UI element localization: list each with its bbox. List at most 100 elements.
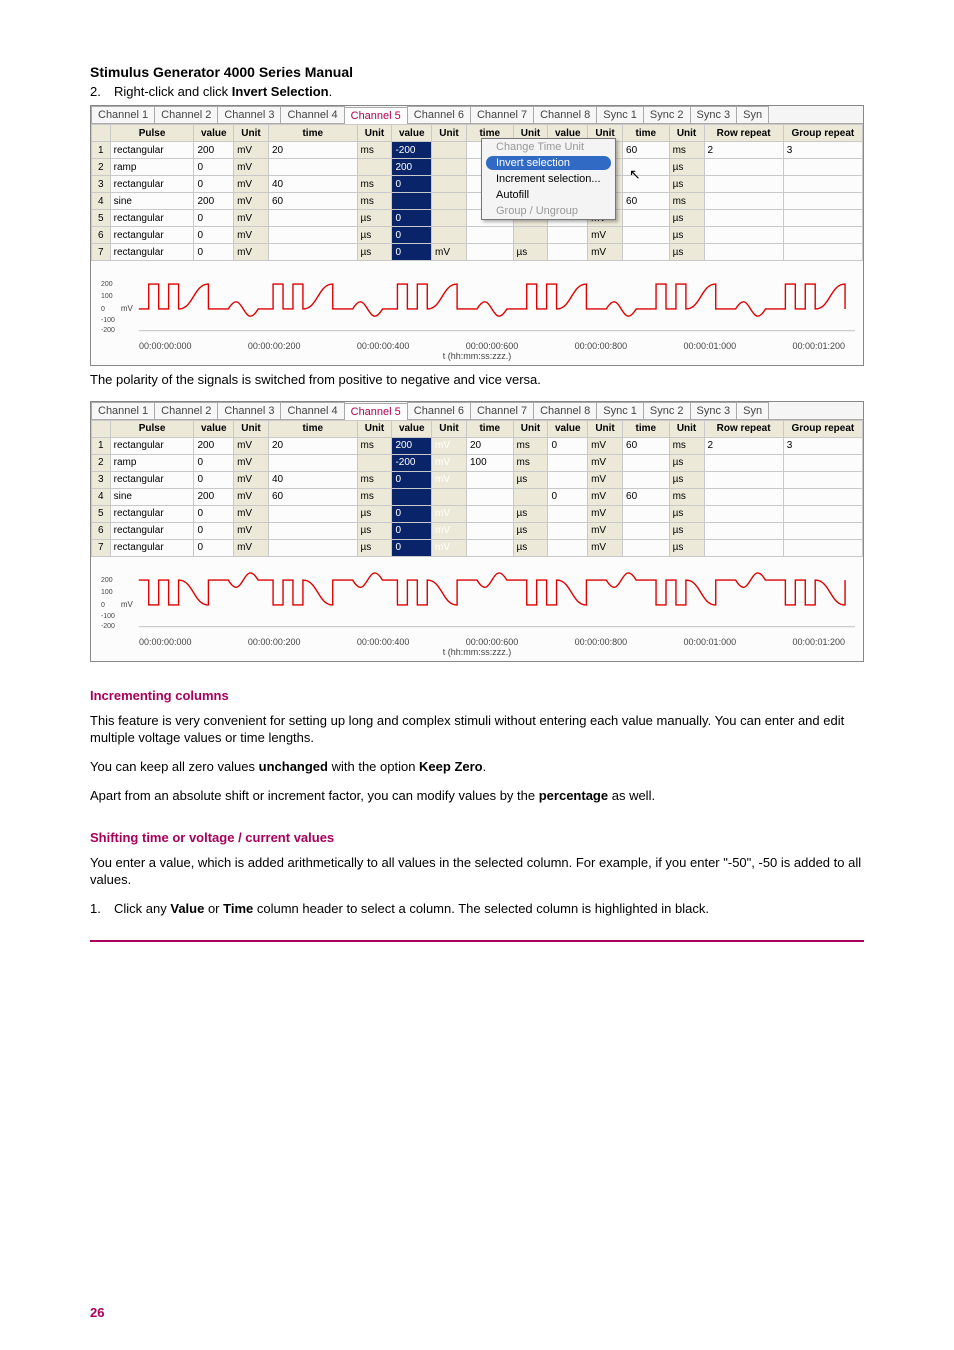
grid-cell[interactable]: 0 (194, 471, 234, 488)
grid-cell[interactable]: µs (669, 454, 704, 471)
grid-cell[interactable]: 200 (392, 159, 432, 176)
grid-cell[interactable] (783, 244, 862, 261)
grid-cell[interactable]: -200 (392, 454, 432, 471)
grid-cell[interactable]: rectangular (110, 176, 194, 193)
grid-cell[interactable] (623, 522, 670, 539)
grid-cell[interactable]: sine (110, 488, 194, 505)
grid-cell[interactable]: 0 (392, 227, 432, 244)
grid-cell[interactable]: mV (588, 505, 623, 522)
grid-cell[interactable]: ms (357, 193, 392, 210)
context-menu[interactable]: Change Time UnitInvert selectionIncremen… (481, 138, 616, 220)
grid-cell[interactable]: ramp (110, 159, 194, 176)
grid-cell[interactable]: µs (669, 505, 704, 522)
grid-cell[interactable] (432, 142, 467, 159)
column-header[interactable]: time (269, 125, 358, 142)
grid-cell[interactable]: 0 (392, 176, 432, 193)
tab-channel-7[interactable]: Channel 7 (470, 106, 534, 123)
grid-cell[interactable] (269, 227, 358, 244)
tab-channel-8[interactable]: Channel 8 (533, 402, 597, 419)
column-header[interactable]: time (466, 420, 513, 437)
grid-cell[interactable] (704, 193, 783, 210)
column-header[interactable]: Unit (234, 125, 269, 142)
row-number[interactable]: 3 (92, 471, 111, 488)
grid-cell[interactable]: 3 (783, 437, 862, 454)
grid-cell[interactable]: mV (234, 159, 269, 176)
grid-cell[interactable]: mV (234, 522, 269, 539)
grid-cell[interactable]: mV (432, 437, 467, 454)
grid-cell[interactable] (269, 159, 358, 176)
grid-cell[interactable]: mV (234, 193, 269, 210)
stimulus-grid-2[interactable]: PulsevalueUnittimeUnitvalueUnittimeUnitv… (91, 420, 863, 557)
grid-cell[interactable]: 0 (392, 244, 432, 261)
grid-cell[interactable]: µs (513, 539, 548, 556)
column-header[interactable]: Unit (513, 420, 548, 437)
grid-cell[interactable]: µs (669, 159, 704, 176)
grid-cell[interactable]: 60 (269, 193, 358, 210)
grid-cell[interactable]: 200 (194, 437, 234, 454)
grid-cell[interactable] (783, 488, 862, 505)
grid-cell[interactable]: mV (432, 244, 467, 261)
tab-sync-3[interactable]: Sync 3 (690, 402, 738, 419)
grid-cell[interactable]: µs (357, 522, 392, 539)
grid-cell[interactable]: 20 (269, 437, 358, 454)
grid-cell[interactable]: 0 (392, 522, 432, 539)
grid-cell[interactable] (466, 244, 513, 261)
row-number[interactable]: 3 (92, 176, 111, 193)
grid-cell[interactable]: 60 (623, 193, 670, 210)
grid-cell[interactable]: mV (234, 437, 269, 454)
grid-cell[interactable]: rectangular (110, 539, 194, 556)
grid-cell[interactable] (623, 176, 670, 193)
tab-channel-4[interactable]: Channel 4 (280, 106, 344, 123)
grid-cell[interactable] (704, 539, 783, 556)
column-header[interactable]: Unit (234, 420, 269, 437)
tab-channel-2[interactable]: Channel 2 (154, 106, 218, 123)
grid-cell[interactable] (432, 488, 467, 505)
grid-cell[interactable] (704, 176, 783, 193)
grid-cell[interactable] (704, 159, 783, 176)
grid-cell[interactable]: mV (588, 437, 623, 454)
row-number[interactable]: 4 (92, 488, 111, 505)
grid-cell[interactable]: ms (669, 437, 704, 454)
grid-cell[interactable]: mV (234, 488, 269, 505)
grid-cell[interactable] (548, 522, 588, 539)
grid-cell[interactable] (783, 539, 862, 556)
grid-cell[interactable] (392, 193, 432, 210)
tab-channel-5[interactable]: Channel 5 (344, 403, 408, 420)
grid-cell[interactable]: 60 (623, 488, 670, 505)
grid-cell[interactable] (357, 454, 392, 471)
grid-cell[interactable]: ms (357, 471, 392, 488)
grid-cell[interactable] (623, 454, 670, 471)
menu-item-invert-selection[interactable]: Invert selection (486, 156, 611, 170)
grid-cell[interactable] (392, 488, 432, 505)
grid-cell[interactable]: mV (234, 227, 269, 244)
row-number[interactable]: 6 (92, 522, 111, 539)
tab-channel-2[interactable]: Channel 2 (154, 402, 218, 419)
grid-cell[interactable] (432, 210, 467, 227)
grid-cell[interactable]: 0 (392, 505, 432, 522)
grid-cell[interactable] (432, 227, 467, 244)
grid-cell[interactable]: 3 (783, 142, 862, 159)
grid-cell[interactable]: µs (357, 210, 392, 227)
grid-cell[interactable] (466, 522, 513, 539)
grid-cell[interactable] (513, 227, 548, 244)
grid-cell[interactable] (466, 539, 513, 556)
grid-cell[interactable]: 0 (194, 227, 234, 244)
grid-cell[interactable]: mV (234, 210, 269, 227)
grid-cell[interactable]: µs (513, 244, 548, 261)
grid-cell[interactable]: mV (588, 522, 623, 539)
grid-cell[interactable] (269, 244, 358, 261)
column-header[interactable]: Unit (357, 125, 392, 142)
menu-item-increment-selection-[interactable]: Increment selection... (482, 171, 615, 187)
grid-cell[interactable]: 20 (269, 142, 358, 159)
grid-cell[interactable]: ms (357, 437, 392, 454)
grid-cell[interactable]: mV (234, 505, 269, 522)
grid-cell[interactable] (623, 244, 670, 261)
grid-cell[interactable]: mV (588, 539, 623, 556)
grid-cell[interactable]: ms (357, 176, 392, 193)
tab-sync-2[interactable]: Sync 2 (643, 106, 691, 123)
menu-item-autofill[interactable]: Autofill (482, 187, 615, 203)
grid-cell[interactable]: 40 (269, 471, 358, 488)
column-header[interactable] (92, 125, 111, 142)
grid-cell[interactable]: mV (588, 244, 623, 261)
grid-cell[interactable]: rectangular (110, 142, 194, 159)
